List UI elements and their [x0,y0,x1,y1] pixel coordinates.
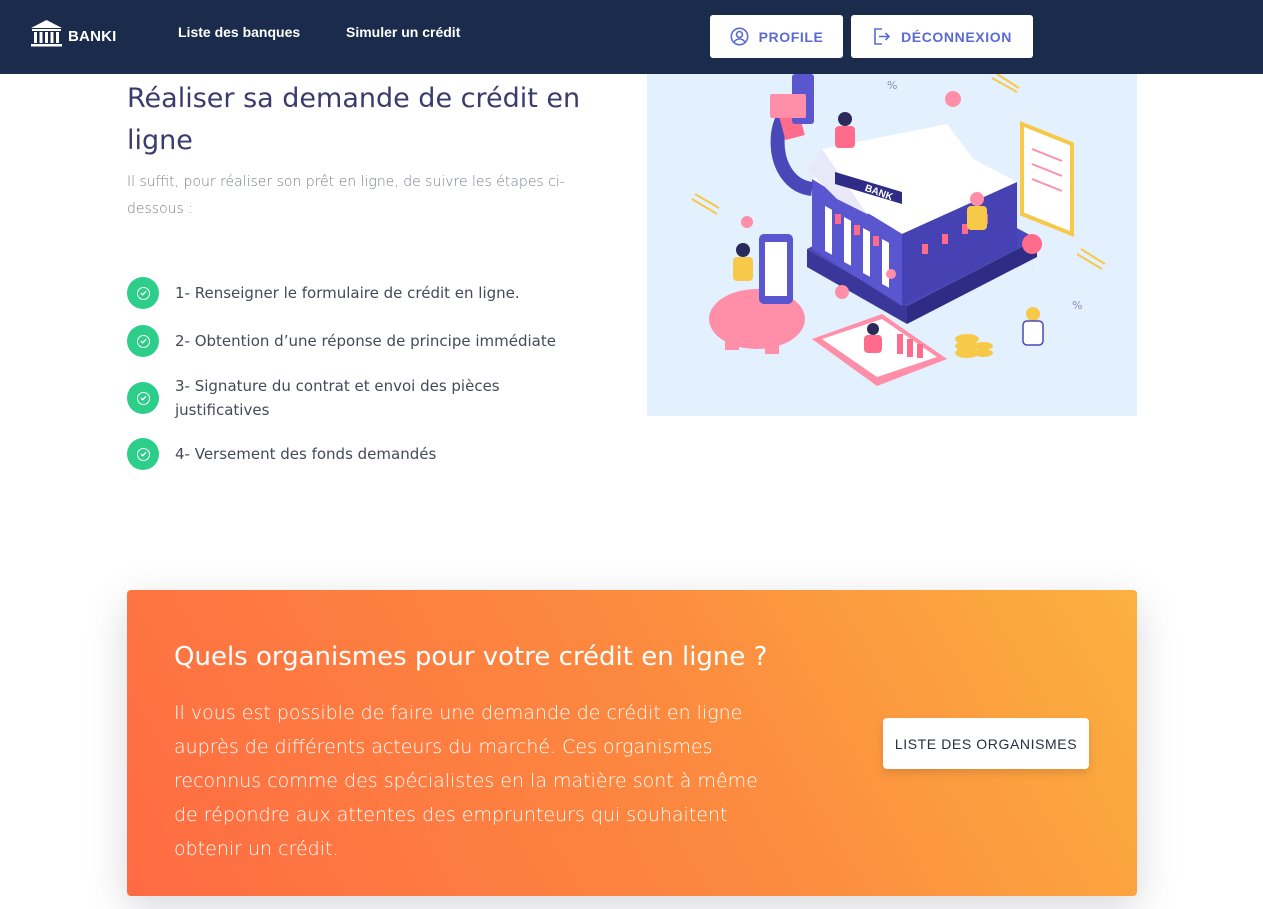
nav-link-banks[interactable]: Liste des banques [178,24,300,40]
cta-title: Quels organismes pour votre crédit en li… [174,642,768,672]
cta-card: Quels organismes pour votre crédit en li… [127,590,1137,896]
step-item: 4- Versement des fonds demandés [127,438,436,470]
step-item: 2- Obtention d’une réponse de principe i… [127,325,556,357]
organisms-list-button[interactable]: LISTE DES ORGANISMES [883,718,1089,769]
step-item: 1- Renseigner le formulaire de crédit en… [127,277,520,309]
profile-label: PROFILE [758,28,824,45]
user-circle-icon [730,27,749,46]
step-text: 1- Renseigner le formulaire de crédit en… [175,284,520,302]
online-banking-illustration: BANK % % [647,74,1137,416]
svg-text:%: % [887,79,897,92]
sign-out-icon [872,27,891,46]
step-text: 3- Signature du contrat et envoi des piè… [175,377,500,419]
logo-text: BANKI [68,27,117,45]
check-circle-icon [127,382,159,414]
check-circle-icon [127,325,159,357]
logout-label: DÉCONNEXION [901,28,1012,45]
check-circle-icon [127,277,159,309]
logo[interactable]: BANKI [30,19,117,53]
nav-link-credit-simulator[interactable]: Simuler un crédit [346,24,460,40]
cta-text: Il vous est possible de faire une demand… [174,702,758,860]
step-item: 3- Signature du contrat et envoi des piè… [127,374,547,422]
step-text: 2- Obtention d’une réponse de principe i… [175,332,556,350]
hero-subtitle: Il suffit, pour réaliser son prêt en lig… [127,174,565,217]
bank-building-icon [30,19,63,53]
hero-title: Réaliser sa demande de crédit en ligne [127,83,581,156]
step-text: 4- Versement des fonds demandés [175,445,437,463]
profile-button[interactable]: PROFILE [710,15,843,58]
logout-button[interactable]: DÉCONNEXION [851,15,1033,58]
navbar: BANKI Liste des banques Simuler un crédi… [0,0,1263,74]
check-circle-icon [127,438,159,470]
svg-text:%: % [1072,299,1082,312]
